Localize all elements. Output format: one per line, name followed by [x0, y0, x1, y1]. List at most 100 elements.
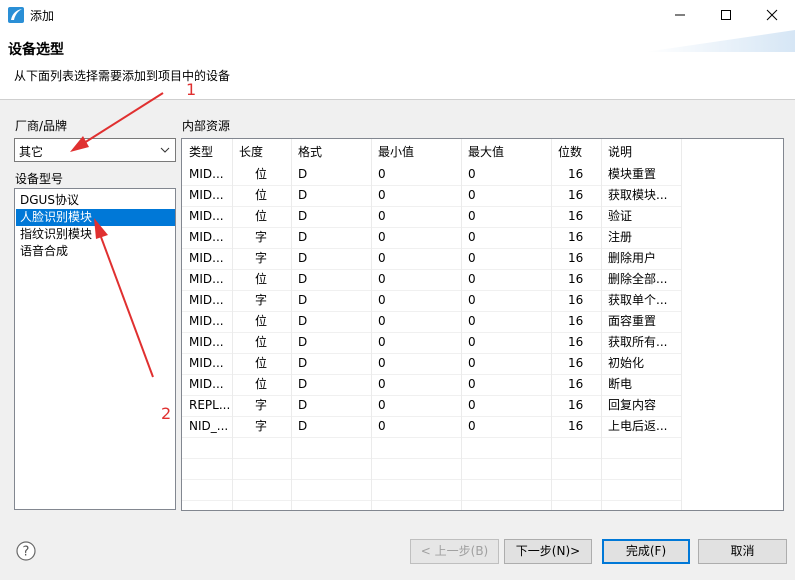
minimize-button[interactable]: [657, 0, 703, 30]
table-cell: 0: [468, 251, 476, 265]
help-icon[interactable]: ?: [16, 541, 36, 561]
back-button[interactable]: < 上一步(B): [410, 539, 499, 564]
table-cell: NID_...: [189, 419, 229, 433]
page-title: 设备选型: [8, 42, 64, 58]
table-cell: 字: [255, 293, 268, 307]
annotation-label-2: 2: [161, 404, 172, 423]
table-cell: 0: [378, 209, 386, 223]
list-item[interactable]: 指纹识别模块: [16, 226, 175, 243]
cancel-button[interactable]: 取消: [698, 539, 787, 564]
table-cell: 16: [568, 230, 584, 244]
model-label: 设备型号: [15, 172, 64, 186]
table-cell: 0: [378, 272, 386, 286]
table-cell: 位: [255, 377, 268, 391]
window-title: 添加: [30, 9, 55, 23]
table-cell: 16: [568, 272, 584, 286]
table-cell: 0: [468, 314, 476, 328]
model-list[interactable]: DGUS协议 人脸识别模块 指纹识别模块 语音合成: [14, 188, 176, 510]
table-cell: 0: [378, 356, 386, 370]
row-divider: [182, 437, 682, 438]
page-description: 从下面列表选择需要添加到项目中的设备: [14, 69, 231, 83]
table-cell: 0: [468, 419, 476, 433]
table-header: 类型 长度 格式 最小值 最大值 位数 说明: [182, 139, 783, 165]
table-cell: D: [298, 167, 308, 181]
table-cell: 注册: [608, 230, 633, 244]
table-cell: D: [298, 230, 308, 244]
table-cell: 验证: [608, 209, 633, 223]
table-cell: D: [298, 335, 308, 349]
table-cell: 获取模块...: [608, 188, 668, 202]
column-header[interactable]: 长度: [232, 142, 291, 163]
table-cell: 0: [468, 377, 476, 391]
annotation-arrow-1: [83, 92, 164, 144]
table-cell: 0: [378, 251, 386, 265]
table-cell: MID...: [189, 272, 224, 286]
table-cell: MID...: [189, 251, 224, 265]
table-cell: 0: [378, 293, 386, 307]
column-header[interactable]: 最小值: [371, 142, 461, 163]
finish-button[interactable]: 完成(F): [602, 539, 690, 564]
table-cell: 获取单个...: [608, 293, 668, 307]
column-divider: [461, 139, 462, 510]
table-cell: 0: [468, 398, 476, 412]
table-cell: 位: [255, 356, 268, 370]
table-cell: 16: [568, 188, 584, 202]
resources-table[interactable]: 类型 长度 格式 最小值 最大值 位数 说明 MID... 位 D 0 0 16 模块重置 MID... 位…: [181, 138, 784, 511]
resources-label: 内部资源: [182, 119, 231, 133]
table-cell: 面容重置: [608, 314, 657, 328]
table-cell: 0: [378, 230, 386, 244]
table-cell: 位: [255, 335, 268, 349]
table-cell: 0: [378, 377, 386, 391]
table-cell: 0: [468, 209, 476, 223]
table-cell: 0: [378, 188, 386, 202]
table-cell: 位: [255, 272, 268, 286]
table-cell: 断电: [608, 377, 633, 391]
table-cell: 16: [568, 209, 584, 223]
column-header[interactable]: 格式: [291, 142, 371, 163]
table-cell: D: [298, 419, 308, 433]
list-item[interactable]: DGUS协议: [16, 192, 175, 209]
banner-graphic: [645, 30, 795, 52]
close-button[interactable]: [749, 0, 795, 30]
annotation-label-1: 1: [186, 80, 197, 99]
table-cell: MID...: [189, 356, 224, 370]
table-cell: 0: [378, 419, 386, 433]
column-header[interactable]: 说明: [601, 142, 681, 163]
table-cell: 0: [378, 398, 386, 412]
brand-select[interactable]: 其它: [14, 138, 176, 162]
table-cell: D: [298, 377, 308, 391]
column-divider: [601, 139, 602, 510]
table-cell: 字: [255, 230, 268, 244]
table-cell: 删除全部...: [608, 272, 668, 286]
table-cell: MID...: [189, 314, 224, 328]
table-cell: 获取所有...: [608, 335, 668, 349]
table-cell: 字: [255, 251, 268, 265]
table-cell: 回复内容: [608, 398, 657, 412]
table-cell: 字: [255, 419, 268, 433]
app-icon: [8, 7, 24, 23]
column-header[interactable]: 最大值: [461, 142, 551, 163]
table-cell: 16: [568, 293, 584, 307]
next-button[interactable]: 下一步(N)>: [504, 539, 592, 564]
row-divider: [182, 458, 682, 459]
column-header[interactable]: 位数: [551, 142, 601, 163]
list-item[interactable]: 语音合成: [16, 243, 175, 260]
column-header[interactable]: 类型: [182, 142, 232, 163]
table-cell: 位: [255, 314, 268, 328]
table-cell: 位: [255, 167, 268, 181]
table-cell: 模块重置: [608, 167, 657, 181]
table-cell: D: [298, 188, 308, 202]
table-cell: D: [298, 293, 308, 307]
row-divider: [182, 479, 682, 480]
table-cell: 16: [568, 314, 584, 328]
list-item-selected[interactable]: 人脸识别模块: [16, 209, 175, 226]
table-cell: MID...: [189, 293, 224, 307]
title-bar: 添加: [0, 0, 795, 30]
table-cell: REPL...: [189, 398, 231, 412]
table-cell: D: [298, 209, 308, 223]
table-cell: D: [298, 398, 308, 412]
maximize-button[interactable]: [703, 0, 749, 30]
table-cell: 位: [255, 209, 268, 223]
table-cell: MID...: [189, 377, 224, 391]
table-cell: 16: [568, 335, 584, 349]
